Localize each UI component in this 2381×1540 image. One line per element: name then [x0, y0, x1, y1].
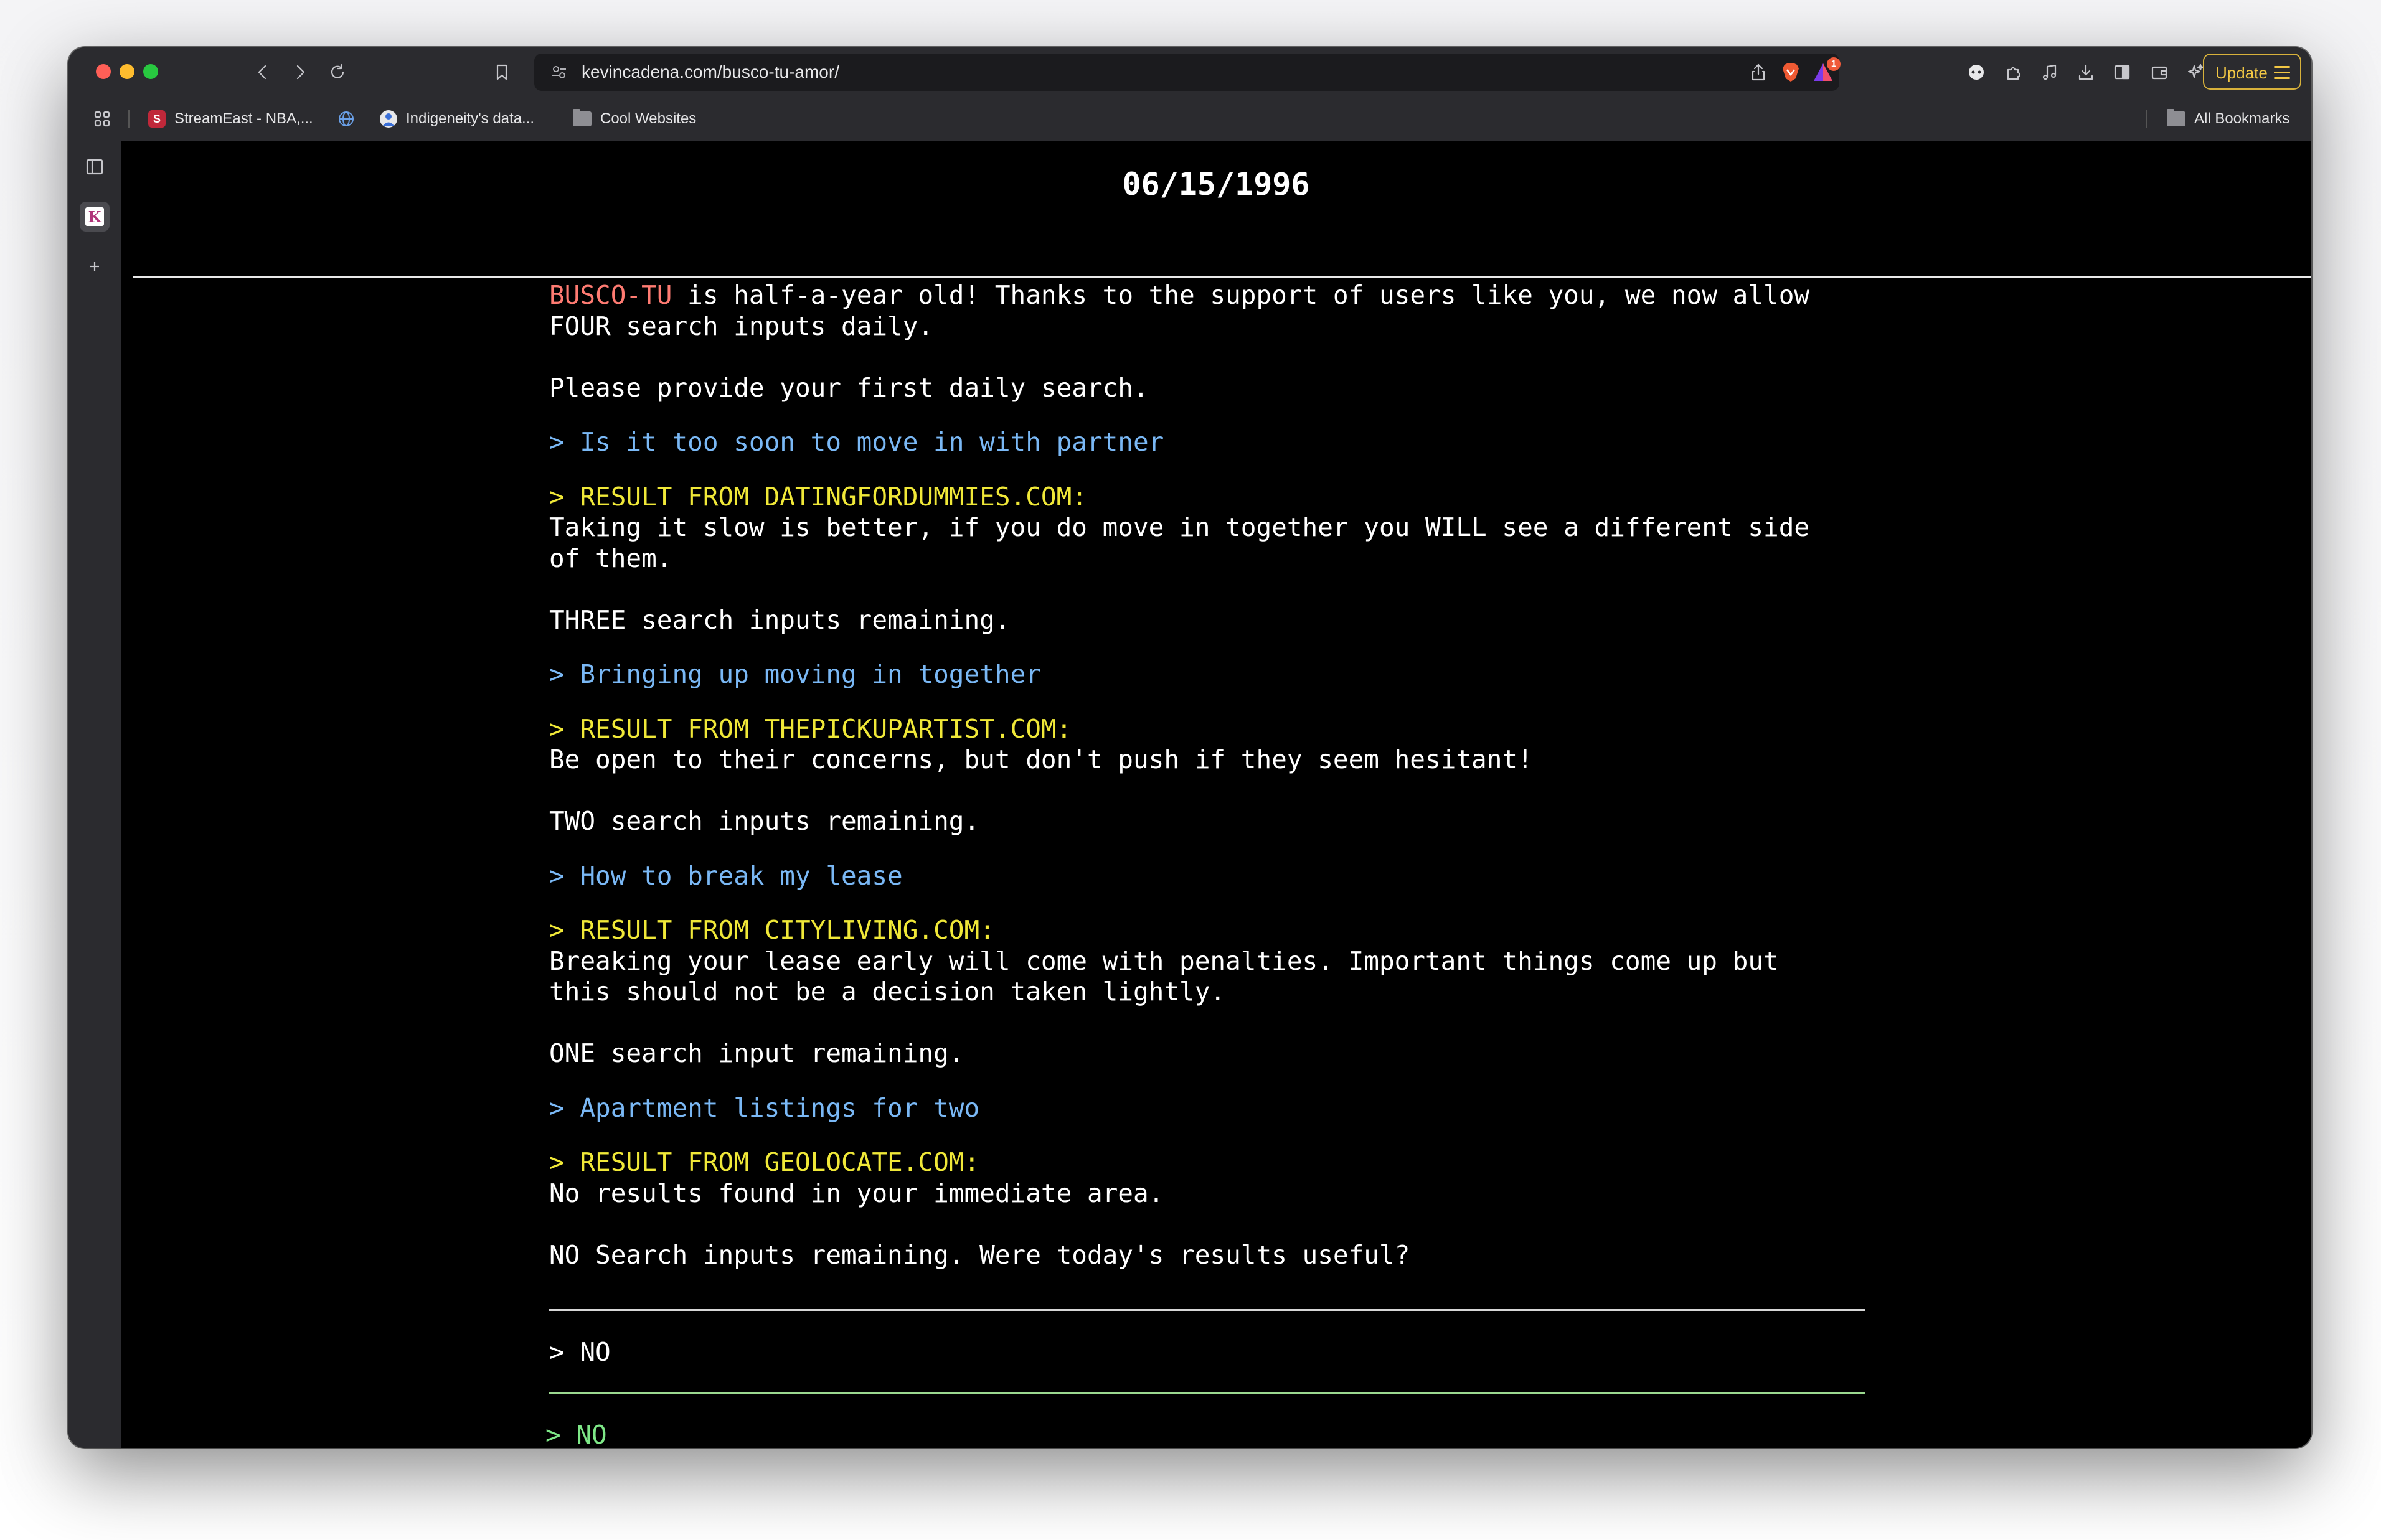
intro-text: is half-a-year old! Thanks to the suppor… [672, 280, 1810, 310]
result-header: > RESULT FROM DATINGFORDUMMIES.COM: [549, 481, 1087, 512]
first-search-prompt: Please provide your first daily search. [549, 372, 1149, 403]
maximize-window-button[interactable] [143, 64, 158, 79]
sidebar-site-k-icon[interactable]: K [80, 202, 110, 232]
bookmark-label: StreamEast - NBA,... [174, 110, 313, 127]
reload-icon[interactable] [323, 57, 352, 87]
result-header: > RESULT FROM THEPICKUPARTIST.COM: [549, 713, 1072, 744]
remaining-count: TWO search inputs remaining. [549, 806, 980, 836]
result-text: of them. [549, 543, 672, 573]
back-icon[interactable] [248, 57, 278, 87]
bookmark-cool-websites[interactable]: Cool Websites [573, 97, 696, 141]
brand-name: BUSCO-TU [549, 280, 672, 310]
result-text: Be open to their concerns, but don't pus… [549, 744, 1533, 774]
bookmarks-bar: S StreamEast - NBA,... Indigeneity's dat… [68, 97, 2311, 141]
folder-icon [2167, 109, 2185, 126]
bookmark-streameast[interactable]: S StreamEast - NBA,... [148, 97, 313, 141]
streameast-favicon-icon: S [148, 110, 166, 128]
bookmark-label: Indigeneity's data... [406, 110, 535, 127]
bookmark-icon[interactable] [487, 57, 517, 87]
extensions-icon[interactable] [1999, 57, 2029, 87]
result-header: > RESULT FROM CITYLIVING.COM: [549, 915, 995, 945]
url-text[interactable]: kevincadena.com/busco-tu-amor/ [582, 54, 839, 91]
search-query: > Is it too soon to move in with partner [549, 427, 1164, 457]
result-text: this should not be a decision taken ligh… [549, 977, 1226, 1007]
bookmark-globe[interactable] [337, 97, 364, 141]
page-date-title: 06/15/1996 [1122, 166, 1310, 202]
toolbar: kevincadena.com/busco-tu-amor/ 1 Update [68, 47, 2311, 97]
globe-icon [337, 110, 355, 128]
brave-shields-icon[interactable] [1780, 61, 1802, 83]
remaining-count: THREE search inputs remaining. [549, 604, 1011, 635]
bookmark-label: Cool Websites [600, 110, 697, 127]
all-bookmarks[interactable]: All Bookmarks [2167, 97, 2289, 141]
indigeneity-favicon-icon [380, 110, 397, 128]
answer-input[interactable]: > NO [545, 1420, 1869, 1448]
search-query: > Bringing up moving in together [549, 659, 1041, 689]
search-query: > How to break my lease [549, 860, 903, 891]
answer-option-no[interactable]: > NO [549, 1337, 1869, 1368]
result-text: Breaking your lease early will come with… [549, 946, 1779, 976]
update-button[interactable]: Update [2203, 54, 2301, 90]
all-bookmarks-label: All Bookmarks [2194, 110, 2290, 127]
page-content: 06/15/1996 BUSCO-TU is half-a-year old! … [121, 141, 2311, 1448]
ai-chat-icon[interactable] [1961, 57, 1991, 87]
remaining-count: NO Search inputs remaining. Were today's… [549, 1239, 1410, 1270]
search-query: > Apartment listings for two [549, 1092, 980, 1123]
intro-line-2: FOUR search inputs daily. [549, 311, 934, 341]
address-bar[interactable]: kevincadena.com/busco-tu-amor/ 1 [534, 54, 1841, 91]
result-header: > RESULT FROM GEOLOCATE.COM: [549, 1147, 980, 1177]
bookmarks-separator [128, 110, 130, 128]
terminal-log: BUSCO-TU is half-a-year old! Thanks to t… [545, 280, 1869, 1448]
add-icon[interactable] [80, 251, 110, 281]
apps-grid-icon[interactable] [87, 104, 117, 134]
sidebar-toggle-icon[interactable] [2107, 57, 2137, 87]
downloads-icon[interactable] [2071, 57, 2101, 87]
site-settings-icon[interactable] [549, 62, 569, 82]
result-text: No results found in your immediate area. [549, 1178, 1164, 1208]
bookmarks-separator [2146, 110, 2147, 128]
close-window-button[interactable] [96, 64, 111, 79]
bookmark-indigeneity[interactable]: Indigeneity's data... [380, 97, 534, 141]
sidebar-panel-icon[interactable] [80, 152, 110, 182]
result-text: Taking it slow is better, if you do move… [549, 512, 1810, 542]
folder-icon [573, 109, 592, 126]
remaining-count: ONE search input remaining. [549, 1038, 964, 1068]
browser-sidebar: K [68, 141, 121, 1448]
title-divider [133, 276, 2311, 278]
intro-line-1: BUSCO-TU is half-a-year old! Thanks to t… [549, 280, 1869, 311]
forward-icon[interactable] [285, 57, 315, 87]
minimize-window-button[interactable] [120, 64, 134, 79]
share-icon[interactable] [1748, 62, 1768, 82]
wallet-icon[interactable] [2144, 57, 2174, 87]
update-label: Update [2215, 63, 2268, 82]
media-icon[interactable] [2035, 57, 2065, 87]
browser-chrome: kevincadena.com/busco-tu-amor/ 1 Update … [68, 47, 2311, 141]
menu-icon [2274, 66, 2290, 83]
browser-window: kevincadena.com/busco-tu-amor/ 1 Update … [68, 47, 2311, 1448]
rewards-count-badge: 1 [1827, 57, 1841, 71]
